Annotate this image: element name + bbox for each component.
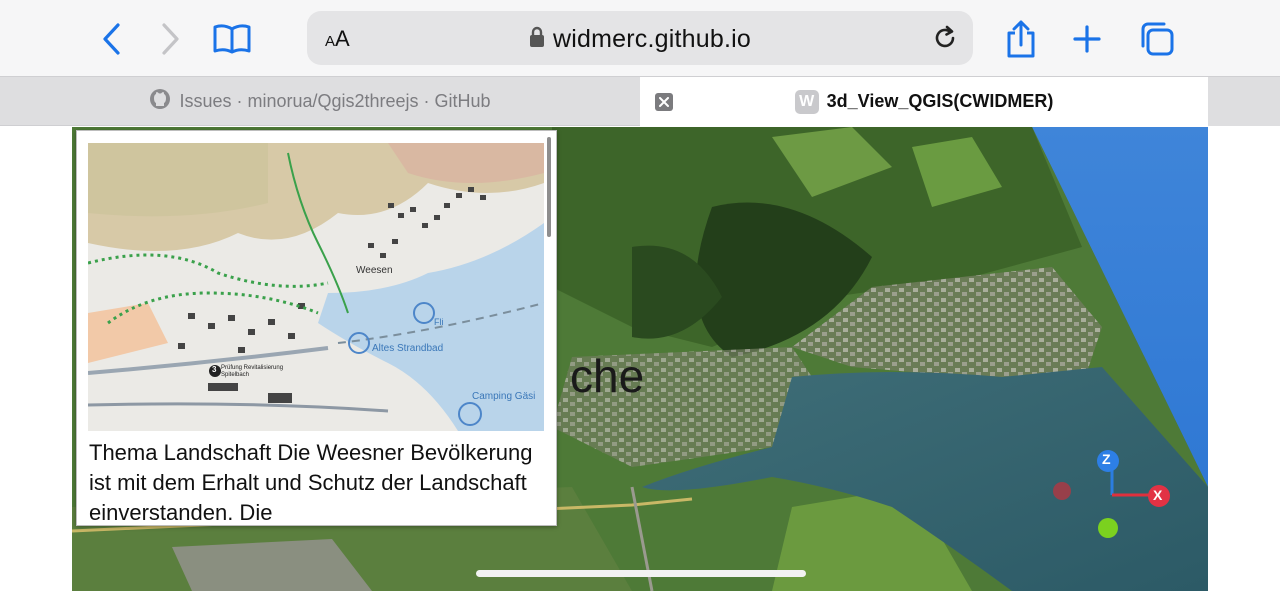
tab-title: Issues · minorua/Qgis2threejs · GitHub <box>179 91 491 111</box>
reload-icon[interactable] <box>931 24 959 52</box>
map-label-pruefung: Prüfung Revitalisierung Spitelbach <box>221 365 284 378</box>
address-bar[interactable]: AA widmerc.github.io <box>307 11 973 65</box>
map-label-camping: Camping Gäsi <box>472 391 536 402</box>
tab-bar: Issues · minorua/Qgis2threejs · GitHub W… <box>0 76 1280 126</box>
plus-icon[interactable] <box>1068 20 1106 58</box>
popup-map-image: Weesen Fli Altes Strandbad Camping Gäsi … <box>88 143 544 431</box>
x-axis-label: X <box>1153 487 1163 503</box>
map-label-weesen: Weesen <box>356 265 393 276</box>
back-icon[interactable] <box>96 20 128 58</box>
popup-scrollbar[interactable] <box>547 137 551 237</box>
popup-description: Thema Landschaft Die Weesner Bevölkerung… <box>89 440 533 525</box>
map-label-altes-strandbad: Altes Strandbad <box>372 343 444 354</box>
github-icon <box>149 88 171 115</box>
z-axis-label: Z <box>1102 451 1111 467</box>
tab-3d-view[interactable]: W 3d_View_QGIS(CWIDMER) <box>640 77 1208 126</box>
info-popup[interactable]: Weesen Fli Altes Strandbad Camping Gäsi … <box>76 130 557 526</box>
tab-bar-filler <box>1208 77 1280 126</box>
tab-github-issues[interactable]: Issues · minorua/Qgis2threejs · GitHub <box>0 77 640 126</box>
share-icon[interactable] <box>1002 18 1040 60</box>
browser-toolbar: AA widmerc.github.io <box>0 0 1280 76</box>
close-icon[interactable] <box>655 93 673 111</box>
lock-icon <box>529 26 545 53</box>
home-indicator[interactable] <box>476 570 806 577</box>
map-label-fli: Fli <box>434 317 444 327</box>
tabs-icon[interactable] <box>1136 20 1178 58</box>
map-label-number: 3 <box>212 365 217 374</box>
favicon-w-icon: W <box>794 89 819 114</box>
map-3d-viewport[interactable]: che Z X Weesen Fli Altes Strandbad Campi… <box>72 127 1208 591</box>
forward-icon[interactable] <box>154 20 186 58</box>
bookmarks-icon[interactable] <box>210 20 254 58</box>
url-text: widmerc.github.io <box>553 25 751 53</box>
tab-title: 3d_View_QGIS(CWIDMER) <box>826 91 1054 111</box>
map-label-fragment: che <box>570 350 645 402</box>
